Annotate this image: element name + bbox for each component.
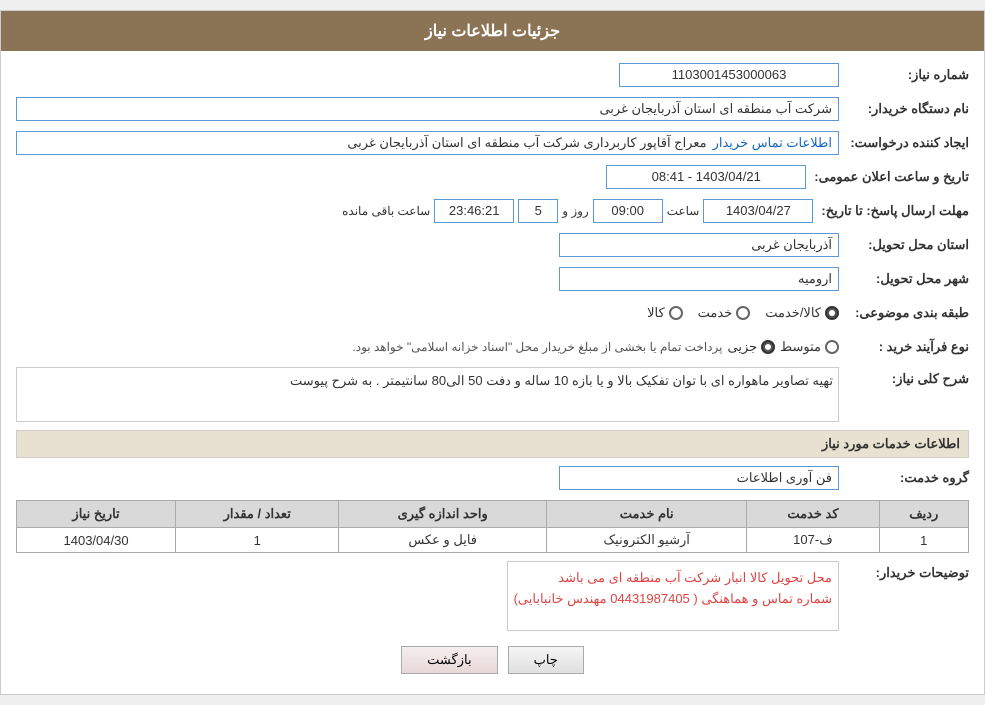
need-number-row: شماره نیاز: 1103001453000063 [16,61,969,89]
buyer-desc-row: توضیحات خریدار: محل تحویل کالا انبار شرک… [16,561,969,631]
deadline-days: 5 [518,199,558,223]
col-row: ردیف [879,501,968,528]
process-options: متوسط جزیی پرداخت تمام یا بخشی از مبلغ خ… [16,339,839,355]
services-section-header: اطلاعات خدمات مورد نیاز [16,430,969,458]
radio-kala-khadamat-circle [825,306,839,320]
description-row: شرح کلی نیاز: تهیه تصاویر ماهواره ای با … [16,367,969,422]
need-number-value: 1103001453000063 [619,63,839,87]
deadline-row: مهلت ارسال پاسخ: تا تاریخ: 1403/04/27 سا… [16,197,969,225]
cell-service_name: آرشیو الکترونیک [547,528,747,553]
deadline-date-time: 1403/04/27 ساعت 09:00 روز و 5 23:46:21 س… [16,199,813,223]
creator-link[interactable]: اطلاعات تماس خریدار [713,135,832,151]
radio-khadamat[interactable]: خدمت [698,305,751,321]
print-button[interactable]: چاپ [508,646,584,674]
buyer-value: شرکت آب منطقه ای استان آذربایجان غربی [16,97,839,121]
service-group-row: گروه خدمت: فن آوری اطلاعات [16,464,969,492]
page-wrapper: جزئیات اطلاعات نیاز شماره نیاز: 11030014… [0,10,985,695]
category-label: طبقه بندی موضوعی: [839,305,969,321]
city-value: ارومیه [559,267,839,291]
creator-value-box: اطلاعات تماس خریدار معراج آقاپور کاربردا… [16,131,839,155]
city-row: شهر محل تحویل: ارومیه [16,265,969,293]
col-date: تاریخ نیاز [17,501,176,528]
deadline-remaining: 23:46:21 [434,199,514,223]
deadline-time: 09:00 [593,199,663,223]
radio-jozvi-circle [761,340,775,354]
remaining-label: ساعت باقی مانده [342,204,430,218]
services-table-container: ردیف کد خدمت نام خدمت واحد اندازه گیری ت… [16,500,969,553]
buyer-row: نام دستگاه خریدار: شرکت آب منطقه ای استا… [16,95,969,123]
creator-label: ایجاد کننده درخواست: [839,135,969,151]
day-label: روز و [562,204,589,218]
announce-row: تاریخ و ساعت اعلان عمومی: 1403/04/21 - 0… [16,163,969,191]
description-value: تهیه تصاویر ماهواره ای با توان تفکیک بال… [16,367,839,422]
announce-value: 1403/04/21 - 08:41 [606,165,806,189]
category-row: طبقه بندی موضوعی: کالا/خدمت خدمت کالا [16,299,969,327]
announce-label: تاریخ و ساعت اعلان عمومی: [806,169,969,185]
radio-kala[interactable]: کالا [647,305,683,321]
province-value: آذربایجان غربی [559,233,839,257]
col-service-code: کد خدمت [747,501,879,528]
radio-mottavaset[interactable]: متوسط [780,339,839,355]
buttons-row: چاپ بازگشت [16,646,969,674]
col-unit: واحد اندازه گیری [339,501,547,528]
content-area: شماره نیاز: 1103001453000063 نام دستگاه … [1,51,984,694]
cell-date: 1403/04/30 [17,528,176,553]
table-row: 1ف-107آرشیو الکترونیکفایل و عکس11403/04/… [17,528,969,553]
back-button[interactable]: بازگشت [401,646,497,674]
province-row: استان محل تحویل: آذربایجان غربی [16,231,969,259]
cell-unit: فایل و عکس [339,528,547,553]
deadline-label: مهلت ارسال پاسخ: تا تاریخ: [813,203,969,219]
time-label: ساعت [667,204,700,218]
radio-kala-circle [669,306,683,320]
service-group-label: گروه خدمت: [839,470,969,486]
process-row: نوع فرآیند خرید : متوسط جزیی پرداخت تمام… [16,333,969,361]
radio-mottavaset-circle [825,340,839,354]
cell-service_code: ف-107 [747,528,879,553]
process-label: نوع فرآیند خرید : [839,339,969,355]
buyer-desc-box: محل تحویل کالا انبار شرکت آب منطقه ای می… [507,561,839,631]
col-service-name: نام خدمت [547,501,747,528]
buyer-desc-label: توضیحات خریدار: [839,561,969,581]
cell-row: 1 [879,528,968,553]
deadline-date: 1403/04/27 [703,199,813,223]
need-number-label: شماره نیاز: [839,67,969,83]
services-table: ردیف کد خدمت نام خدمت واحد اندازه گیری ت… [16,500,969,553]
buyer-label: نام دستگاه خریدار: [839,101,969,117]
page-title: جزئیات اطلاعات نیاز [1,11,984,51]
buyer-desc-line2: شماره تماس و هماهنگی ( 04431987405 مهندس… [514,589,832,610]
description-label: شرح کلی نیاز: [839,367,969,387]
radio-jozvi[interactable]: جزیی [727,339,775,355]
buyer-desc-line1: محل تحویل کالا انبار شرکت آب منطقه ای می… [514,568,832,589]
radio-kala-khadamat[interactable]: کالا/خدمت [765,305,839,321]
category-radio-group: کالا/خدمت خدمت کالا [16,305,839,321]
province-label: استان محل تحویل: [839,237,969,253]
cell-quantity: 1 [176,528,339,553]
col-quantity: تعداد / مقدار [176,501,339,528]
radio-khadamat-circle [736,306,750,320]
service-group-value: فن آوری اطلاعات [559,466,839,490]
creator-row: ایجاد کننده درخواست: اطلاعات تماس خریدار… [16,129,969,157]
process-desc: پرداخت تمام یا بخشی از مبلغ خریدار محل "… [352,340,722,354]
city-label: شهر محل تحویل: [839,271,969,287]
